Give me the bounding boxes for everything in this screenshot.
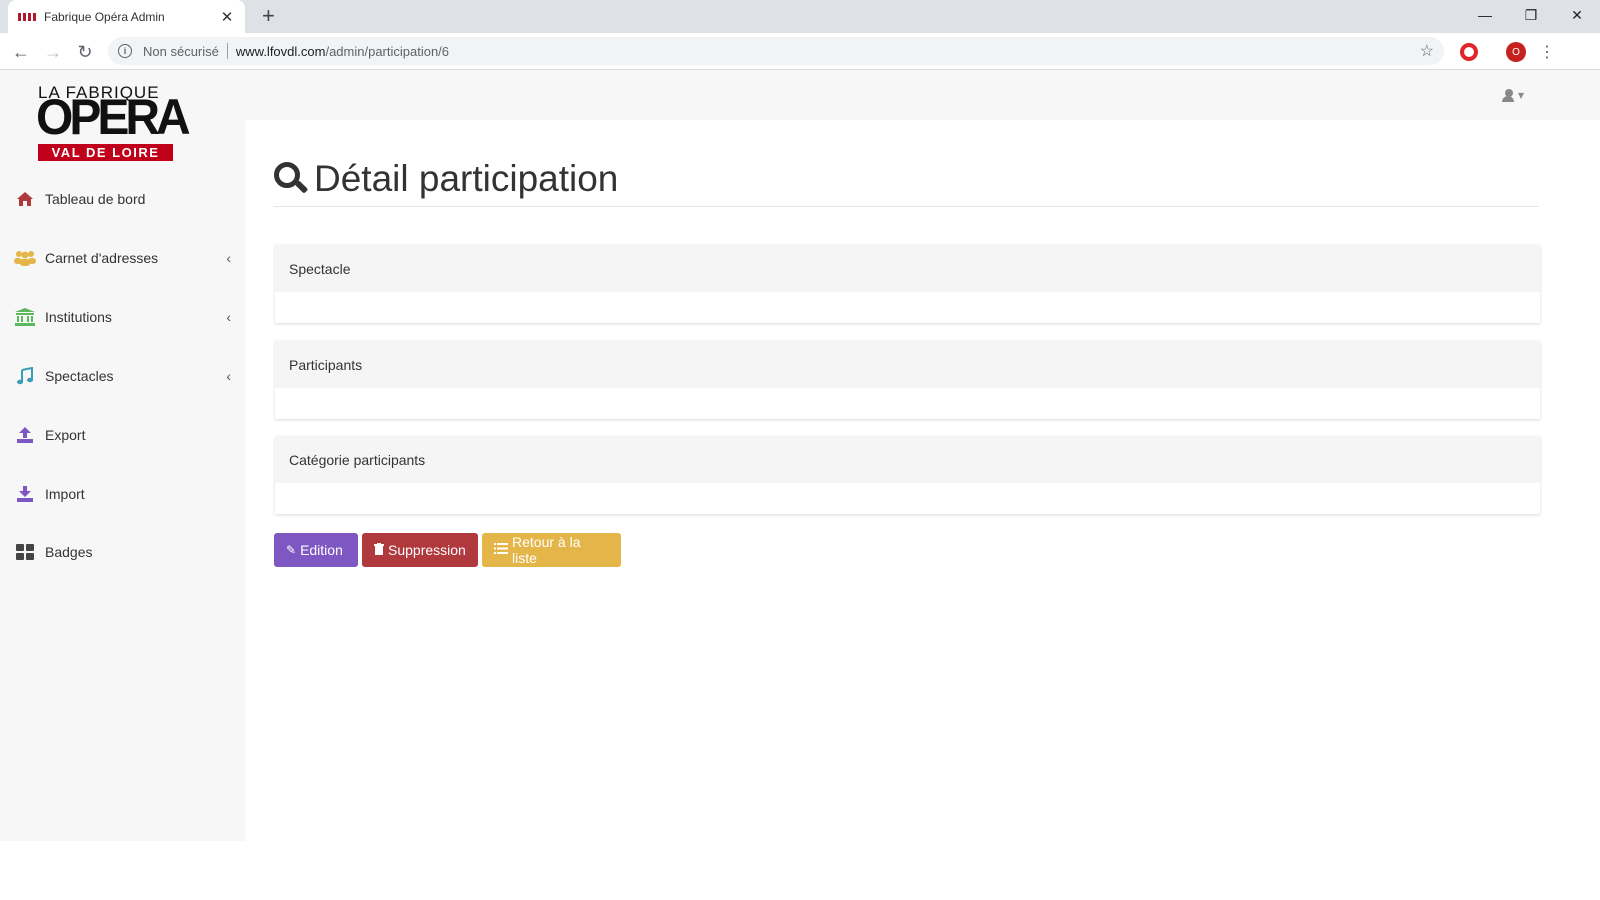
grid-icon	[14, 543, 36, 561]
back-button[interactable]: ←	[9, 40, 33, 64]
page-title-text: Détail participation	[314, 158, 619, 199]
chevron-left-icon[interactable]: ‹	[226, 309, 231, 325]
sidebar-item-badges[interactable]: Badges	[0, 532, 245, 572]
panel-heading: Catégorie participants	[275, 436, 1540, 483]
sidebar-item-label: Spectacles	[45, 368, 114, 384]
home-icon	[14, 190, 36, 208]
panel-body	[275, 388, 1540, 419]
reload-button[interactable]: ↻	[73, 40, 97, 64]
forward-button[interactable]: →	[41, 40, 65, 64]
panel-spectacle: Spectacle	[275, 245, 1540, 323]
panel-body	[275, 292, 1540, 323]
browser-tabstrip: Fabrique Opéra Admin ✕ + — ❐ ✕	[0, 0, 1600, 33]
omnibox-divider	[226, 43, 228, 59]
user-icon	[1502, 88, 1514, 102]
panel-participants: Participants	[275, 341, 1540, 419]
bookmark-star-icon[interactable]: ☆	[1420, 41, 1434, 61]
sidebar-item-spectacles[interactable]: Spectacles ‹	[0, 356, 245, 396]
sidebar-item-label: Badges	[45, 544, 93, 560]
user-menu-toggle[interactable]: ▾	[1502, 88, 1524, 102]
pencil-icon: ✎	[286, 543, 297, 557]
restore-button[interactable]: ❐	[1508, 0, 1554, 30]
panel-heading: Participants	[275, 341, 1540, 388]
page-title: Détail participation	[274, 158, 618, 200]
sidebar-item-institutions[interactable]: Institutions ‹	[0, 297, 245, 337]
logo-line-2: OPERA	[36, 89, 191, 146]
back-to-list-button[interactable]: Retour à la liste	[482, 533, 621, 567]
action-buttons: ✎ Edition Suppression Retour à la liste	[274, 533, 621, 567]
page-footer-blank	[0, 841, 1600, 900]
info-icon[interactable]: i	[118, 44, 132, 58]
browser-tab[interactable]: Fabrique Opéra Admin ✕	[8, 0, 245, 33]
tab-close-icon[interactable]: ✕	[219, 8, 235, 26]
edit-button[interactable]: ✎ Edition	[274, 533, 358, 567]
browser-menu-icon[interactable]: ⋮	[1539, 42, 1555, 62]
close-window-button[interactable]: ✕	[1554, 0, 1600, 30]
minimize-button[interactable]: —	[1462, 0, 1508, 30]
address-bar[interactable]: i Non sécurisé www.lfovdl.com/admin/part…	[108, 37, 1444, 65]
panel-body	[275, 483, 1540, 514]
logo-line-3: VAL DE LOIRE	[38, 144, 173, 161]
url-host: www.lfovdl.com	[235, 43, 326, 59]
site-favicon-icon	[18, 11, 36, 23]
download-icon	[14, 485, 36, 503]
panel-heading: Spectacle	[275, 245, 1540, 292]
logo[interactable]: LA FABRIQUE OPERA VAL DE LOIRE	[36, 84, 191, 162]
sidebar-item-label: Institutions	[45, 309, 112, 325]
chevron-left-icon[interactable]: ‹	[226, 368, 231, 384]
title-divider	[274, 206, 1539, 207]
search-icon	[274, 162, 309, 196]
browser-toolbar: ← → ↻ i Non sécurisé www.lfovdl.com/admi…	[0, 33, 1600, 70]
trash-icon	[374, 542, 384, 558]
upload-icon	[14, 426, 36, 444]
sidebar-item-carnet-adresses[interactable]: Carnet d'adresses ‹	[0, 238, 245, 278]
users-icon	[14, 249, 36, 267]
window-controls: — ❐ ✕	[1462, 0, 1600, 30]
delete-button[interactable]: Suppression	[362, 533, 478, 567]
opera-extension-icon[interactable]	[1460, 43, 1478, 61]
sidebar-item-label: Carnet d'adresses	[45, 250, 159, 266]
edit-button-label: Edition	[300, 542, 343, 558]
list-icon	[494, 543, 508, 557]
music-icon	[14, 367, 36, 385]
chevron-left-icon[interactable]: ‹	[226, 250, 231, 266]
institution-icon	[14, 308, 36, 326]
tab-title: Fabrique Opéra Admin	[44, 9, 165, 24]
sidebar-item-label: Import	[45, 486, 85, 502]
sidebar-item-label: Export	[45, 427, 86, 443]
sidebar-item-label: Tableau de bord	[45, 191, 146, 207]
sidebar: LA FABRIQUE OPERA VAL DE LOIRE Tableau d…	[0, 70, 245, 841]
panel-categorie-participants: Catégorie participants	[275, 436, 1540, 514]
sidebar-item-export[interactable]: Export	[0, 415, 245, 455]
security-label: Non sécurisé	[143, 43, 219, 59]
profile-avatar[interactable]: O	[1506, 42, 1526, 62]
back-to-list-label: Retour à la liste	[512, 534, 581, 566]
url-path: /admin/participation/6	[325, 43, 450, 59]
sidebar-item-tableau-de-bord[interactable]: Tableau de bord	[0, 179, 245, 219]
new-tab-button[interactable]: +	[262, 5, 275, 27]
caret-down-icon: ▾	[1518, 88, 1525, 102]
delete-button-label: Suppression	[388, 542, 466, 558]
app-shell: LA FABRIQUE OPERA VAL DE LOIRE Tableau d…	[0, 70, 1600, 841]
sidebar-item-import[interactable]: Import	[0, 474, 245, 514]
main-content: Détail participation Spectacle Participa…	[245, 120, 1600, 841]
